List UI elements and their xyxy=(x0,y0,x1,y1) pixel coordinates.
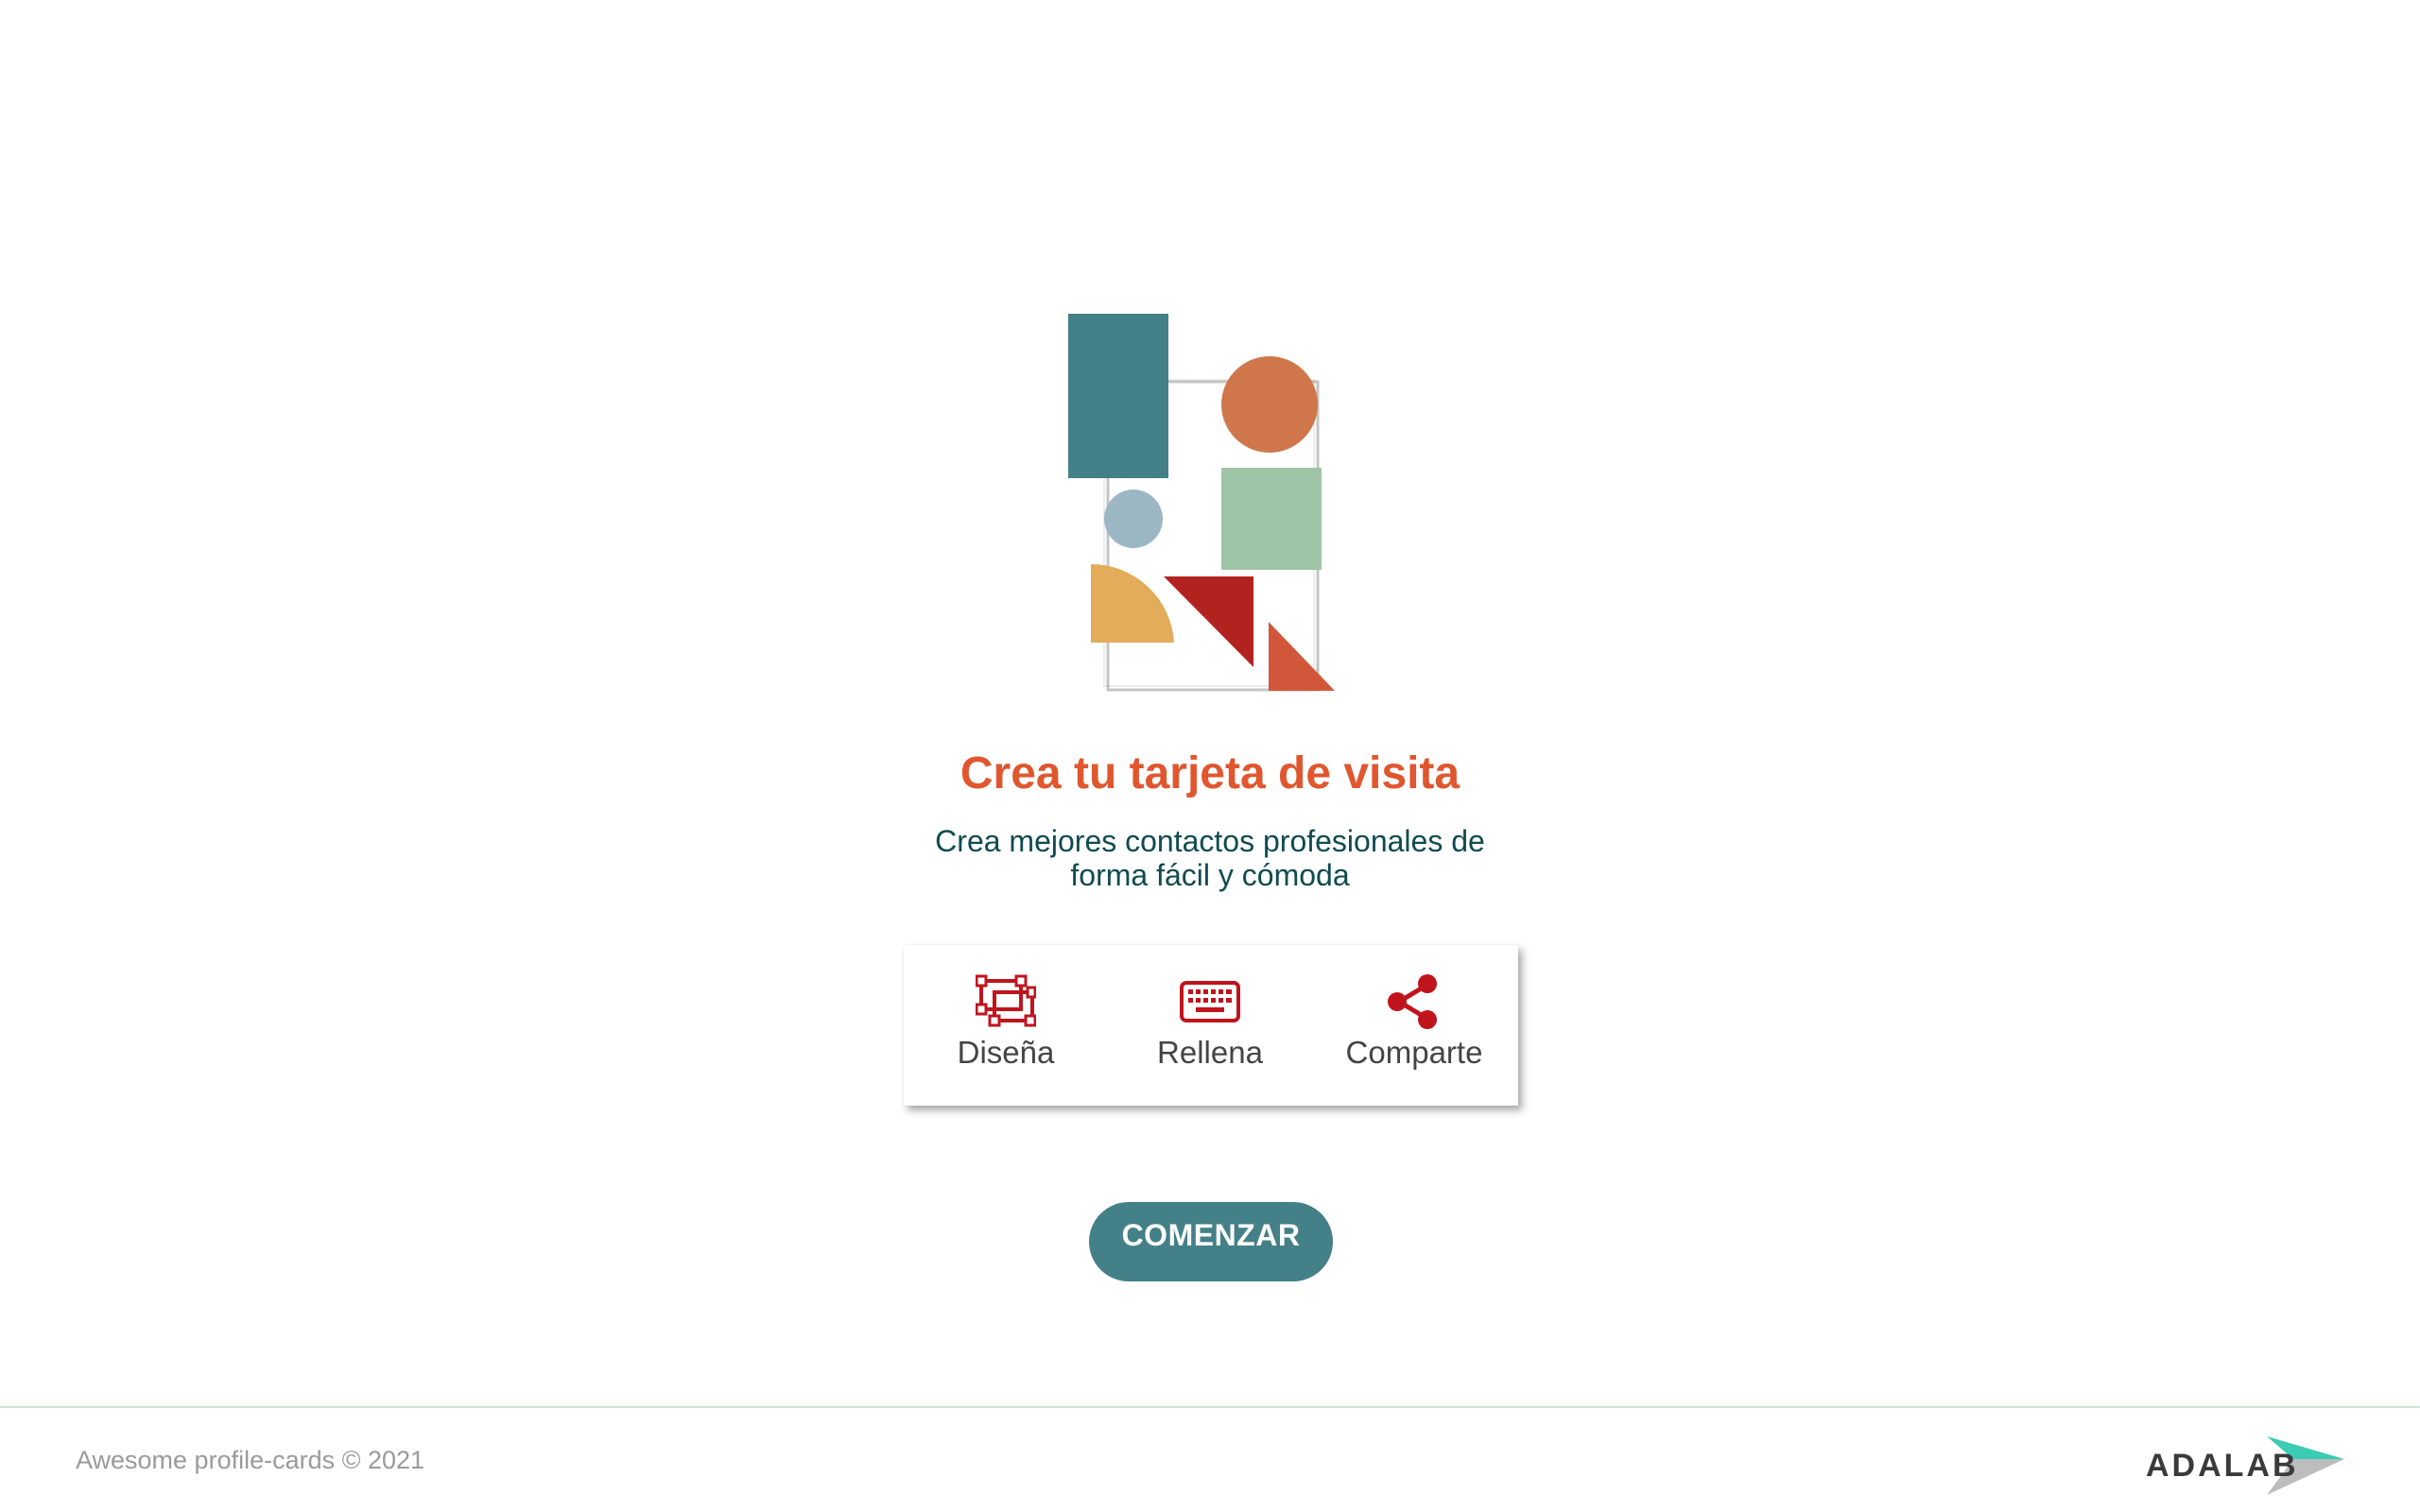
steps-card: Diseña Rellena Comparte xyxy=(904,945,1518,1106)
keyboard-icon xyxy=(1180,981,1240,1022)
step-label-share: Comparte xyxy=(1345,1035,1483,1070)
footer: Awesome profile-cards © 2021 ADALAB xyxy=(0,1406,2420,1512)
adalab-brand-text: ADALAB xyxy=(2146,1448,2299,1484)
step-share: Comparte xyxy=(1312,973,1516,1072)
design-icon xyxy=(976,974,1036,1027)
page-subtitle: Crea mejores contactos profesionales de … xyxy=(935,824,1485,892)
start-button[interactable]: COMENZAR xyxy=(1089,1202,1333,1281)
landing-page: Crea tu tarjeta de visita Crea mejores c… xyxy=(0,0,2420,1512)
step-design: Diseña xyxy=(904,973,1108,1072)
share-icon xyxy=(1388,974,1437,1029)
step-fill: Rellena xyxy=(1108,973,1312,1072)
page-title: Crea tu tarjeta de visita xyxy=(959,748,1461,799)
hero-logo xyxy=(1068,314,1335,692)
copyright-text: Awesome profile-cards © 2021 xyxy=(76,1446,425,1474)
adalab-logo[interactable]: ADALAB xyxy=(2146,1421,2349,1501)
step-label-fill: Rellena xyxy=(1157,1035,1263,1070)
step-label-design: Diseña xyxy=(957,1035,1055,1070)
